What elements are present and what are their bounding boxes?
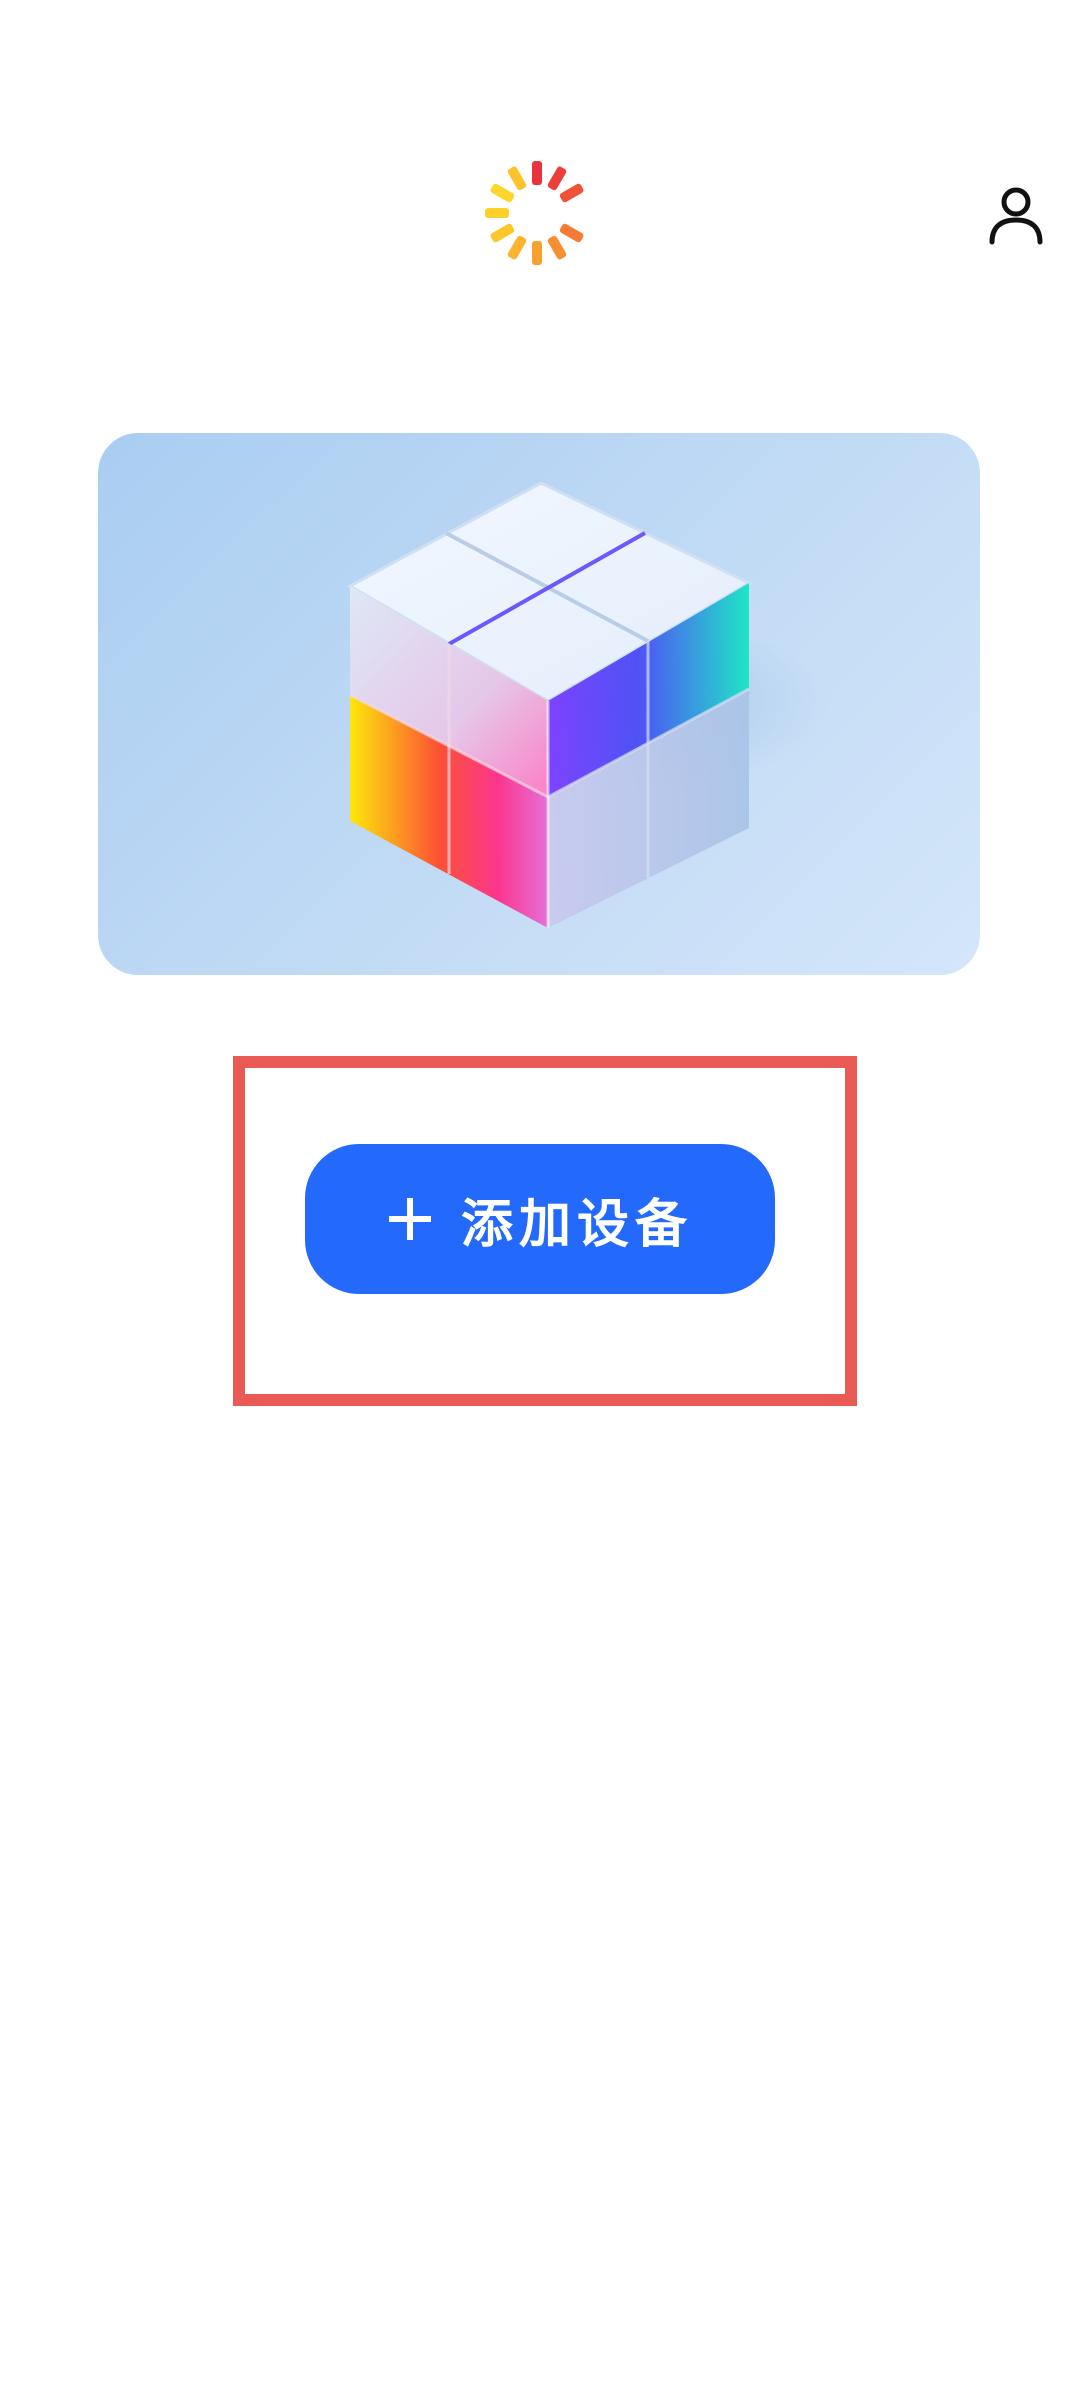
hero-illustration-card [98, 433, 980, 975]
logo-spoke [532, 161, 542, 185]
logo-spoke [559, 183, 584, 203]
logo-spoke [547, 235, 567, 260]
logo-spoke [490, 223, 515, 243]
logo-spoke [547, 166, 567, 191]
logo-spoke [507, 166, 527, 191]
logo-spoke [559, 223, 584, 243]
plus-icon [388, 1198, 431, 1240]
user-profile-icon[interactable] [988, 186, 1044, 246]
logo-spoke [507, 235, 527, 260]
logo-icon [485, 161, 584, 265]
home-screen: 添加设备 [0, 0, 1080, 2408]
logo-spoke [490, 183, 515, 203]
cube-illustration [346, 481, 828, 928]
add-device-button[interactable]: 添加设备 [305, 1144, 775, 1294]
logo-spoke [485, 208, 509, 218]
add-device-label: 添加设备 [460, 1194, 693, 1255]
logo-spoke [532, 241, 542, 265]
